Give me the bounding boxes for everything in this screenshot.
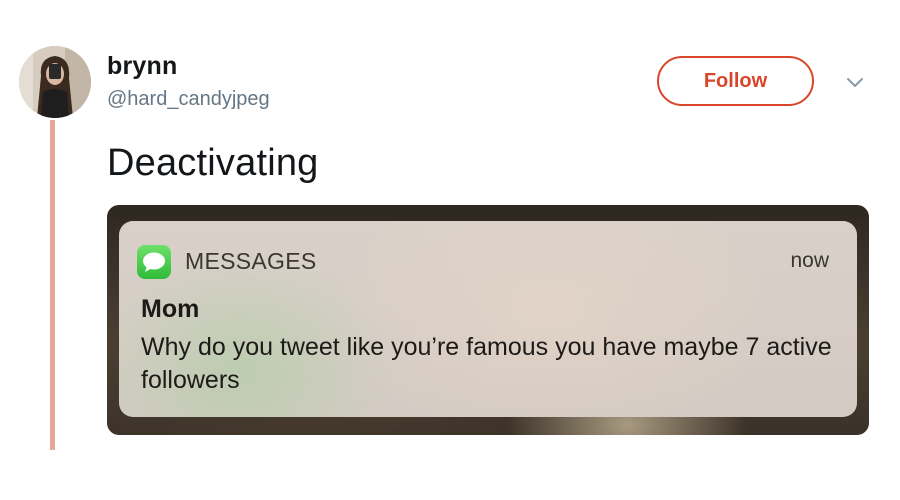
notification-message-body: Why do you tweet like you’re famous you … bbox=[141, 333, 832, 394]
follow-button[interactable]: Follow bbox=[657, 56, 814, 106]
tweet-text: Deactivating bbox=[107, 142, 319, 184]
thread-line bbox=[50, 120, 55, 450]
notification-timestamp: now bbox=[790, 249, 829, 272]
user-handle[interactable]: @hard_candyjpeg bbox=[107, 88, 270, 111]
tweet-card: brynn @hard_candyjpeg Follow Deactivatin… bbox=[0, 0, 900, 500]
notification-sender: Mom bbox=[141, 295, 200, 323]
messages-app-icon bbox=[137, 245, 171, 279]
avatar[interactable] bbox=[19, 46, 91, 118]
notification-banner: MESSAGES now Mom Why do you tweet like y… bbox=[119, 221, 857, 417]
tweet-media-image[interactable]: MESSAGES now Mom Why do you tweet like y… bbox=[107, 205, 869, 435]
chevron-down-icon[interactable] bbox=[843, 73, 867, 93]
display-name[interactable]: brynn bbox=[107, 52, 177, 81]
notification-app-name: MESSAGES bbox=[185, 248, 317, 274]
